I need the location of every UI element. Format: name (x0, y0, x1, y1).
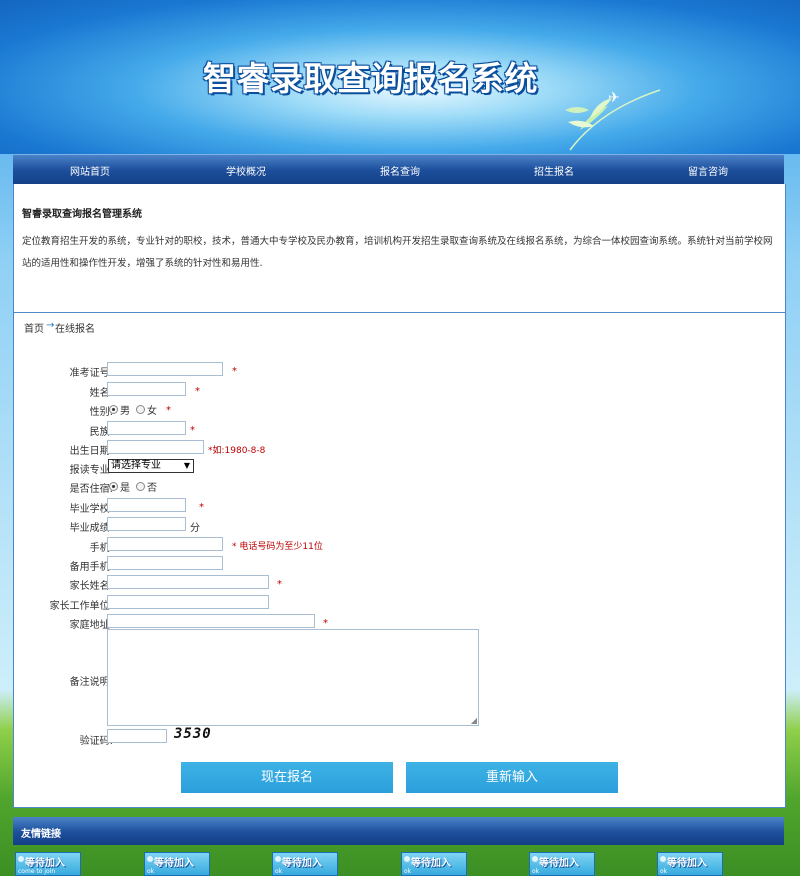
required-mark: * (232, 366, 237, 377)
header-banner: 智睿录取查询报名系统 ✈ (0, 0, 800, 154)
label-major: 报读专业: (69, 465, 113, 476)
gender-male-radio[interactable]: 男 (109, 402, 130, 417)
reset-button[interactable]: 重新输入 (406, 762, 618, 793)
main-nav: 网站首页 学校概况 报名查询 招生报名 留言咨询 (13, 154, 784, 185)
friend-links-header: 友情链接 (13, 817, 784, 845)
required-mark: * (277, 579, 282, 590)
breadcrumb-arrow-icon: → (46, 320, 55, 331)
major-select[interactable]: 请选择专业 ▼ (108, 459, 194, 473)
radio-dot-icon (136, 405, 145, 414)
enroll-form: 准考证号: * 姓名: * 性别: 男 女 * 民族: * 出生日期: *如:1… (13, 340, 786, 808)
mobile2-input[interactable] (107, 556, 223, 570)
required-mark: * (195, 386, 200, 397)
name-input[interactable] (107, 382, 186, 396)
intro-panel: 智睿录取查询报名管理系统 定位教育招生开发的系统，专业针对的职校，技术，普通大中… (13, 184, 786, 312)
captcha-image[interactable]: 3530 (174, 726, 212, 742)
remark-textarea[interactable]: ◢ (107, 629, 479, 726)
mobile-input[interactable] (107, 537, 223, 551)
birth-date-input[interactable] (107, 440, 204, 454)
required-mark: * (323, 618, 328, 629)
radio-dot-icon (109, 482, 118, 491)
breadcrumb-home[interactable]: 首页 (24, 320, 44, 335)
friend-links-title: 友情链接 (21, 829, 61, 840)
submit-button[interactable]: 现在报名 (181, 762, 393, 793)
parent-work-input[interactable] (107, 595, 269, 609)
school-input[interactable] (107, 498, 186, 512)
link-badge[interactable]: 等待加入 ok (401, 852, 467, 876)
bird-icon: ✈ (608, 90, 620, 106)
nav-item-about[interactable]: 学校概况 (226, 163, 266, 178)
site-title: 智睿录取查询报名系统 (203, 59, 538, 98)
intro-text: 定位教育招生开发的系统，专业针对的职校，技术，普通大中专学校及民办教育，培训机构… (22, 236, 773, 269)
radio-dot-icon (109, 405, 118, 414)
breadcrumb: 首页 → 在线报名 (13, 312, 786, 342)
badge-dot-icon (532, 856, 538, 862)
badge-dot-icon (660, 856, 666, 862)
required-mark: * (190, 425, 195, 436)
address-input[interactable] (107, 614, 315, 628)
birth-hint: *如:1980-8-8 (208, 446, 266, 456)
badge-dot-icon (18, 856, 24, 862)
mobile-hint: * 电话号码为至少11位 (232, 542, 323, 552)
badge-dot-icon (404, 856, 410, 862)
link-badge[interactable]: 等待加入 come to join (15, 852, 81, 876)
nav-item-message[interactable]: 留言咨询 (688, 163, 728, 178)
parent-name-input[interactable] (107, 575, 269, 589)
boarding-yes-radio[interactable]: 是 (109, 479, 130, 494)
link-badge[interactable]: 等待加入 ok (144, 852, 210, 876)
link-badge[interactable]: 等待加入 ok (657, 852, 723, 876)
badge-dot-icon (275, 856, 281, 862)
resize-grip-icon[interactable]: ◢ (471, 716, 477, 725)
radio-dot-icon (136, 482, 145, 491)
gender-female-radio[interactable]: 女 (136, 402, 157, 417)
nav-item-home[interactable]: 网站首页 (70, 163, 110, 178)
captcha-input[interactable] (107, 729, 167, 743)
breadcrumb-current: 在线报名 (55, 324, 95, 335)
dropdown-arrow-icon: ▼ (183, 461, 190, 470)
score-unit: 分 (190, 523, 200, 534)
bamboo-leaves-icon (565, 89, 661, 151)
required-mark: * (166, 405, 171, 416)
label-boarding: 是否住宿: (69, 484, 113, 495)
badge-dot-icon (147, 856, 153, 862)
nav-item-query[interactable]: 报名查询 (380, 163, 420, 178)
score-input[interactable] (107, 517, 186, 531)
boarding-no-radio[interactable]: 否 (136, 479, 157, 494)
nav-item-enroll[interactable]: 招生报名 (534, 163, 574, 178)
link-badge[interactable]: 等待加入 ok (529, 852, 595, 876)
ethnicity-input[interactable] (107, 421, 186, 435)
required-mark: * (199, 502, 204, 513)
intro-title: 智睿录取查询报名管理系统 (22, 209, 142, 220)
link-badge[interactable]: 等待加入 ok (272, 852, 338, 876)
exam-no-input[interactable] (107, 362, 223, 376)
label-parent-work: 家长工作单位: (49, 601, 113, 612)
